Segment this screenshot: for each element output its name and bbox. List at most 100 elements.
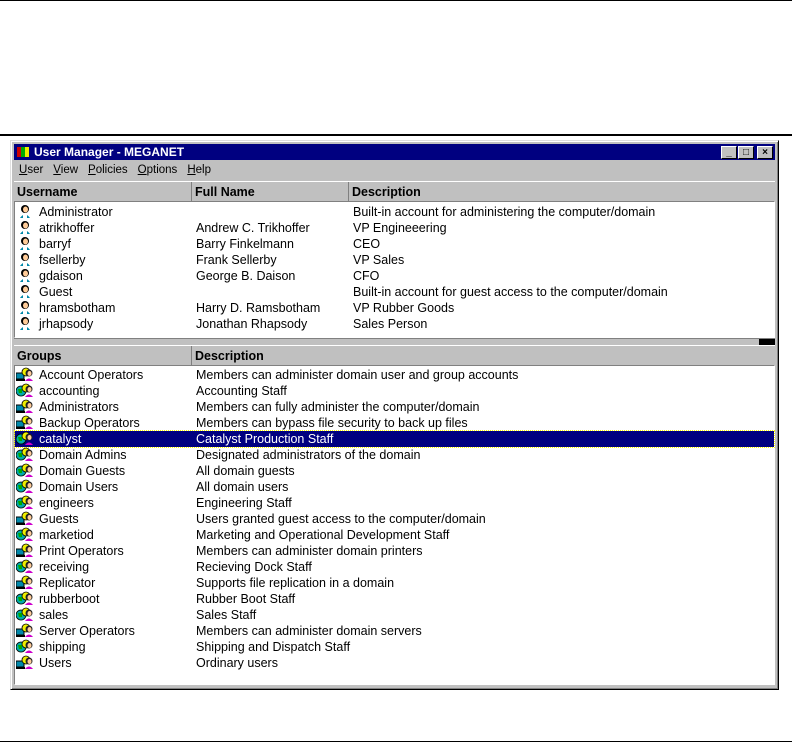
group-name: Account Operators [39,368,144,382]
group-row[interactable]: Backup Operators Members can bypass file … [15,415,774,431]
local-group-icon [15,415,34,429]
group-description: Members can administer domain printers [196,544,423,558]
user-description: Sales Person [353,317,428,331]
user-row[interactable]: Guest Built-in account for guest access t… [15,284,774,300]
group-description: Ordinary users [196,656,278,670]
group-name: Domain Guests [39,464,126,478]
menu-user[interactable]: User [14,162,48,179]
group-row[interactable]: accounting Accounting Staff [15,383,774,399]
local-group-icon [15,367,34,381]
group-row[interactable]: Guests Users granted guest access to the … [15,511,774,527]
column-username[interactable]: Username [14,182,192,201]
group-description: All domain guests [196,464,295,478]
users-list[interactable]: Administrator Built-in account for admini… [14,201,775,338]
group-name: receiving [39,560,90,574]
column-groups[interactable]: Groups [14,346,192,365]
global-group-icon [15,559,34,573]
close-button[interactable]: × [757,146,773,159]
username: Guest [39,285,73,299]
user-row[interactable]: barryf Barry Finkelmann CEO [15,236,774,252]
group-row[interactable]: sales Sales Staff [15,607,774,623]
user-row[interactable]: hramsbotham Harry D. Ramsbotham VP Rubber … [15,300,774,316]
group-row[interactable]: shipping Shipping and Dispatch Staff [15,639,774,655]
global-group-icon [15,383,34,397]
group-description: Users granted guest access to the comput… [196,512,486,526]
local-group-icon [15,575,34,589]
column-full-name[interactable]: Full Name [192,182,349,201]
username: jrhapsody [39,317,94,331]
user-icon [18,284,32,298]
user-row[interactable]: Administrator Built-in account for admini… [15,204,774,220]
user-icon [18,252,32,266]
group-row[interactable]: Server Operators Members can administer d… [15,623,774,639]
user-description: CFO [353,269,380,283]
group-description: Engineering Staff [196,496,292,510]
group-description: Marketing and Operational Development St… [196,528,450,542]
group-row[interactable]: catalyst Catalyst Production Staff [14,430,775,448]
user-description: Built-in account for guest access to the… [353,285,668,299]
column-description[interactable]: Description [349,182,775,201]
global-group-icon [15,495,34,509]
user-icon [18,204,32,218]
group-name: engineers [39,496,94,510]
global-group-icon [15,431,34,445]
group-name: Backup Operators [39,416,140,430]
user-icon [18,220,32,234]
user-description: CEO [353,237,381,251]
user-row[interactable]: atrikhoffer Andrew C. Trikhoffer VP Engine… [15,220,774,236]
header-rule [0,134,792,136]
group-row[interactable]: Account Operators Members can administer … [15,367,774,383]
users-scrollbar[interactable] [14,338,775,345]
group-description: Accounting Staff [196,384,287,398]
menu-view[interactable]: View [48,162,83,179]
group-description: Supports file replication in a domain [196,576,395,590]
group-row[interactable]: Replicator Supports file replication in a… [15,575,774,591]
groups-list[interactable]: Account Operators Members can administer … [14,365,775,685]
user-row[interactable]: gdaison George B. Daison CFO [15,268,774,284]
group-name: sales [39,608,69,622]
local-group-icon [15,655,34,669]
group-row[interactable]: Domain Guests All domain guests [15,463,774,479]
menu-options[interactable]: Options [133,162,183,179]
local-group-icon [15,399,34,413]
global-group-icon [15,447,34,461]
username: atrikhoffer [39,221,95,235]
group-row[interactable]: Print Operators Members can administer do… [15,543,774,559]
app-icon [17,147,29,157]
group-name: rubberboot [39,592,100,606]
group-name: Replicator [39,576,96,590]
maximize-button[interactable]: □ [738,146,754,159]
group-row[interactable]: rubberboot Rubber Boot Staff [15,591,774,607]
window-title: User Manager - MEGANET [34,145,185,159]
global-group-icon [15,463,34,477]
user-row[interactable]: fsellerby Frank Sellerby VP Sales [15,252,774,268]
group-description: Recieving Dock Staff [196,560,312,574]
user-row[interactable]: jrhapsody Jonathan Rhapsody Sales Person [15,316,774,332]
menu-policies[interactable]: Policies [83,162,133,179]
username: Administrator [39,205,113,219]
group-row[interactable]: receiving Recieving Dock Staff [15,559,774,575]
group-row[interactable]: Domain Admins Designated administrators o… [15,447,774,463]
global-group-icon [15,639,34,653]
group-row[interactable]: marketiod Marketing and Operational Devel… [15,527,774,543]
title-bar[interactable]: User Manager - MEGANET _ □ × [14,144,775,160]
group-row[interactable]: Administrators Members can fully administ… [15,399,774,415]
group-name: Users [39,656,72,670]
group-row[interactable]: Domain Users All domain users [15,479,774,495]
full-name: Jonathan Rhapsody [196,317,308,331]
minimize-button[interactable]: _ [721,146,737,159]
group-name: catalyst [39,432,82,446]
column-group-description[interactable]: Description [192,346,775,365]
user-icon [18,268,32,282]
group-row[interactable]: Users Ordinary users [15,655,774,671]
global-group-icon [15,607,34,621]
group-row[interactable]: engineers Engineering Staff [15,495,774,511]
top-rule [0,0,792,1]
group-name: Server Operators [39,624,135,638]
menu-help[interactable]: Help [182,162,216,179]
group-description: Members can bypass file security to back… [196,416,468,430]
global-group-icon [15,591,34,605]
full-name: Harry D. Ramsbotham [196,301,321,315]
group-name: Domain Admins [39,448,127,462]
menu-bar: User View Policies Options Help [14,162,775,179]
